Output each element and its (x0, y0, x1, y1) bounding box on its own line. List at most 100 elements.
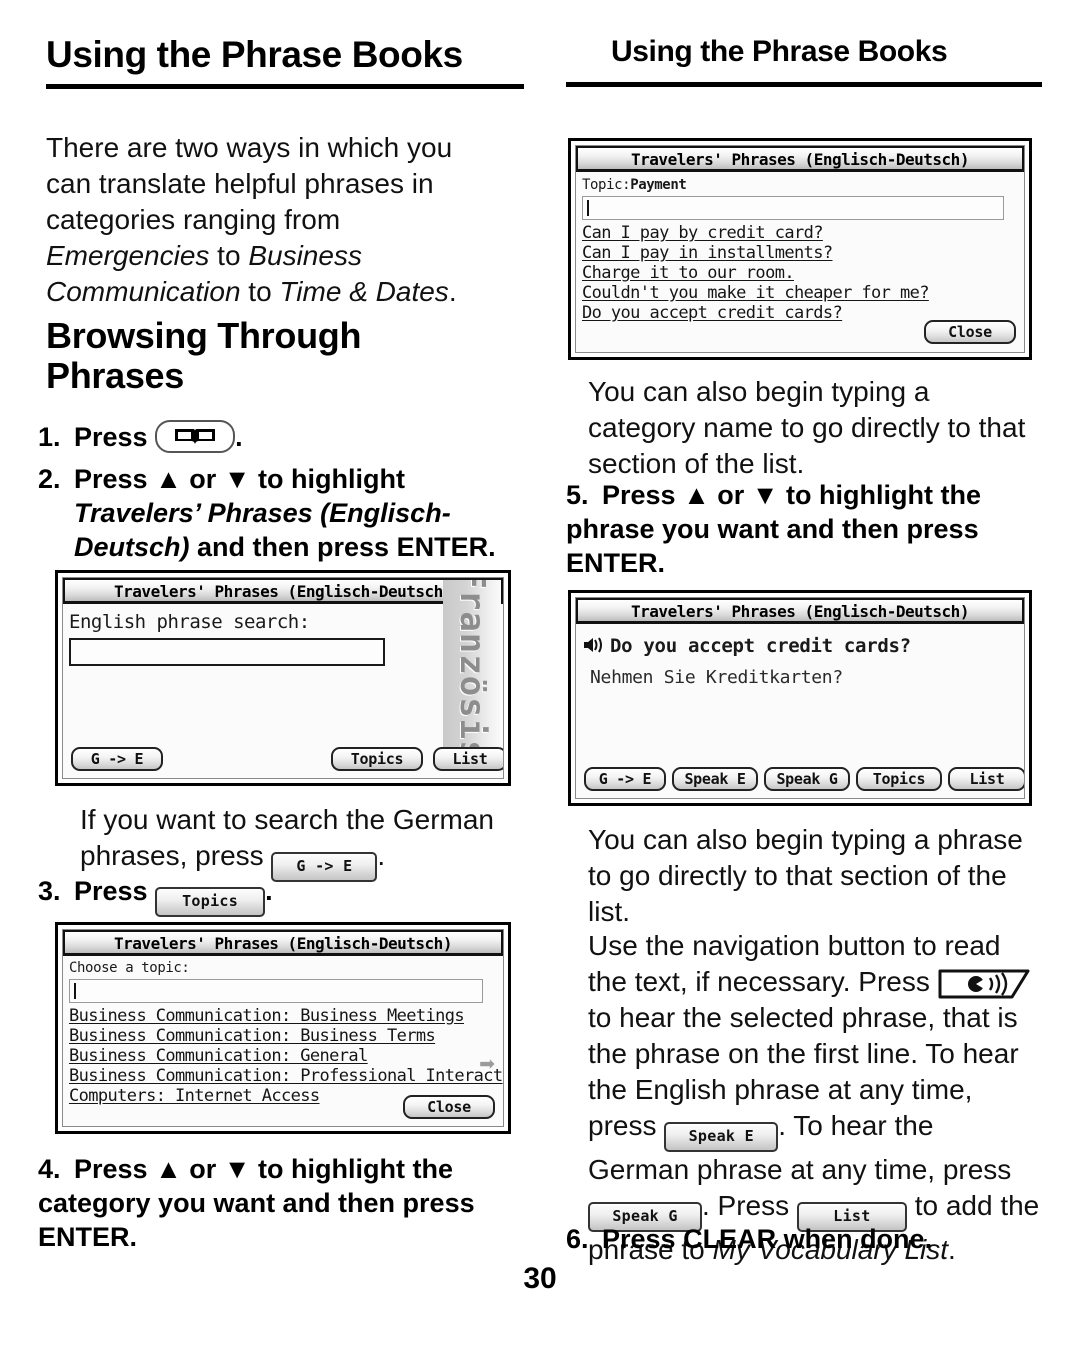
screen-body: Do you accept credit cards? Nehmen Sie K… (576, 624, 1024, 690)
vertical-language-label: Französis (443, 580, 501, 750)
list-item[interactable]: Can I pay in installments? (582, 243, 1018, 263)
text-caret (587, 200, 589, 216)
step-3-text-after: . (265, 876, 273, 906)
note-phrase-typing: You can also begin typing a phrase to go… (588, 824, 1023, 927)
step-1: 1. Press . (38, 420, 508, 454)
step-3-number: 3. (38, 876, 61, 906)
note-german-search: If you want to search the German phrases… (80, 802, 500, 882)
screen-body: Choose a topic: Business Communication: … (63, 956, 503, 1106)
english-phrase-line: Do you accept credit cards? (582, 634, 1018, 661)
english-search-input[interactable] (69, 638, 385, 666)
list-item[interactable]: Business Communication: Business Meeting… (69, 1006, 497, 1026)
note-german-after: . (377, 839, 386, 871)
step-5-text: Press ▲ or ▼ to highlight the phrase you… (566, 480, 981, 579)
button-list[interactable]: List (433, 747, 503, 771)
window-title-bar: Travelers' Phrases (Englisch-Deutsch) (576, 598, 1024, 624)
topic-input[interactable] (69, 979, 483, 1003)
topic-value: Payment (630, 177, 687, 193)
button-g-to-e[interactable]: G -> E (584, 767, 666, 791)
button-list[interactable]: List (948, 767, 1024, 791)
inline-button-speak-e[interactable]: Speak E (664, 1121, 779, 1152)
screenshot-payment-list: Travelers' Phrases (Englisch-Deutsch) To… (568, 138, 1032, 360)
screen-body: Topic:Payment Can I pay by credit card? … (576, 172, 1024, 323)
step-5-number: 5. (566, 480, 589, 510)
section-heading-browsing: Browsing Through Phrases (46, 315, 362, 397)
sound-icon (582, 635, 604, 661)
step-3: 3. Press Topics. (38, 874, 508, 917)
button-speak-g[interactable]: Speak G (764, 767, 850, 791)
list-item[interactable]: Charge it to our room. (582, 263, 1018, 283)
step-2-continuation: Travelers’ Phrases (Englisch-Deutsch) an… (38, 496, 514, 564)
step-2-number: 2. (38, 464, 61, 494)
button-topics[interactable]: Topics (856, 767, 942, 791)
phrase-filter-input[interactable] (582, 196, 1004, 220)
intro-text-4: . (448, 275, 457, 307)
step-4: 4. Press ▲ or ▼ to highlight the category… (38, 1152, 514, 1254)
device-screen: Travelers' Phrases (Englisch-Deutsch) To… (575, 145, 1025, 353)
header-rule-right (566, 81, 1042, 87)
screen-body: English phrase search: (63, 604, 503, 666)
speaker-key-graphic[interactable] (938, 968, 1030, 1000)
german-phrase-text: Nehmen Sie Kreditkarten? (590, 667, 843, 688)
intro-italic-3: Time & Dates (279, 275, 449, 307)
step-2: 2. Press ▲ or ▼ to highlight Travelers’ P… (38, 462, 514, 564)
topic-label: Topic: (582, 177, 631, 193)
english-phrase-text: Do you accept credit cards? (610, 635, 911, 657)
step-5: 5. Press ▲ or ▼ to highlight the phrase y… (566, 478, 1042, 580)
page-title-left: Using the Phrase Books (46, 34, 463, 75)
vertical-language-label-text: Französis (452, 580, 492, 750)
step-1-text-before: Press (74, 422, 156, 452)
step-6: 6. Press CLEAR when done. (566, 1222, 1042, 1256)
book-key-graphic[interactable] (155, 419, 236, 453)
intro-paragraph: There are two ways in which you can tran… (46, 130, 490, 310)
step-4-number: 4. (38, 1154, 61, 1184)
step-4-text: Press ▲ or ▼ to highlight the category y… (38, 1154, 475, 1253)
more-text-arrow-icon: ➡ (479, 1054, 495, 1075)
screenshot-phrase-result: Travelers' Phrases (Englisch-Deutsch) Do… (568, 590, 1032, 806)
intro-italic-1: Emergencies (46, 239, 210, 271)
list-item[interactable]: Business Communication: Business Terms (69, 1026, 497, 1046)
topic-line: Topic:Payment (582, 177, 1018, 194)
inline-button-topics[interactable]: Topics (155, 887, 266, 917)
note-category-typing: You can also begin typing a category nam… (588, 376, 1026, 479)
step-6-number: 6. (566, 1224, 589, 1254)
list-item[interactable]: Business Communication: General (69, 1046, 497, 1066)
running-head-right: Using the Phrase Books (566, 36, 1042, 87)
step-2-tail: and then press ENTER. (189, 532, 496, 563)
header-rule-left (46, 83, 524, 89)
device-screen: Travelers' Phrases (Englisch-Deutsch) Ch… (62, 929, 504, 1127)
device-screen: Travelers' Phrases (Englisch-Deutsch) Do… (575, 597, 1025, 799)
list-item[interactable]: Business Communication: Professional Int… (69, 1066, 503, 1086)
step-1-number: 1. (38, 422, 61, 452)
window-title-bar: Travelers' Phrases (Englisch-Deutsch) (63, 578, 503, 604)
button-close[interactable]: Close (403, 1095, 495, 1119)
nav-note-part4: . Press (702, 1189, 797, 1221)
step-3-text-before: Press (74, 876, 156, 906)
button-close[interactable]: Close (924, 320, 1016, 344)
step-1-text-after: . (235, 422, 243, 452)
book-icon (174, 419, 216, 453)
window-title-bar: Travelers' Phrases (Englisch-Deutsch) (576, 146, 1024, 172)
step-2-line1: Press ▲ or ▼ to highlight (74, 464, 405, 494)
button-g-to-e[interactable]: G -> E (71, 747, 163, 771)
button-topics[interactable]: Topics (331, 747, 423, 771)
english-search-prompt: English phrase search: (69, 611, 310, 633)
page-title-right: Using the Phrase Books (611, 35, 948, 68)
text-caret (74, 983, 76, 999)
list-item[interactable]: Couldn't you make it cheaper for me? (582, 283, 1018, 303)
manual-page: Using the Phrase Books Using the Phrase … (0, 0, 1080, 1349)
device-screen: Travelers' Phrases (Englisch-Deutsch) En… (62, 577, 504, 779)
page-number: 30 (523, 1262, 557, 1295)
running-head-left: Using the Phrase Books (46, 34, 524, 89)
window-title-bar: Travelers' Phrases (Englisch-Deutsch) (63, 930, 503, 956)
intro-text-3: to (240, 275, 280, 307)
choose-topic-prompt: Choose a topic: (69, 960, 190, 976)
intro-text-2: to (209, 239, 249, 271)
navigation-note: Use the navigation button to read the te… (588, 928, 1040, 1268)
screenshot-choose-topic: Travelers' Phrases (Englisch-Deutsch) Ch… (55, 922, 511, 1134)
screenshot-english-search: Travelers' Phrases (Englisch-Deutsch) En… (55, 570, 511, 786)
intro-text-1: There are two ways in which you can tran… (46, 132, 453, 235)
list-item[interactable]: Can I pay by credit card? (582, 223, 1018, 243)
step-6-text: Press CLEAR when done. (602, 1224, 933, 1254)
button-speak-e[interactable]: Speak E (672, 767, 758, 791)
